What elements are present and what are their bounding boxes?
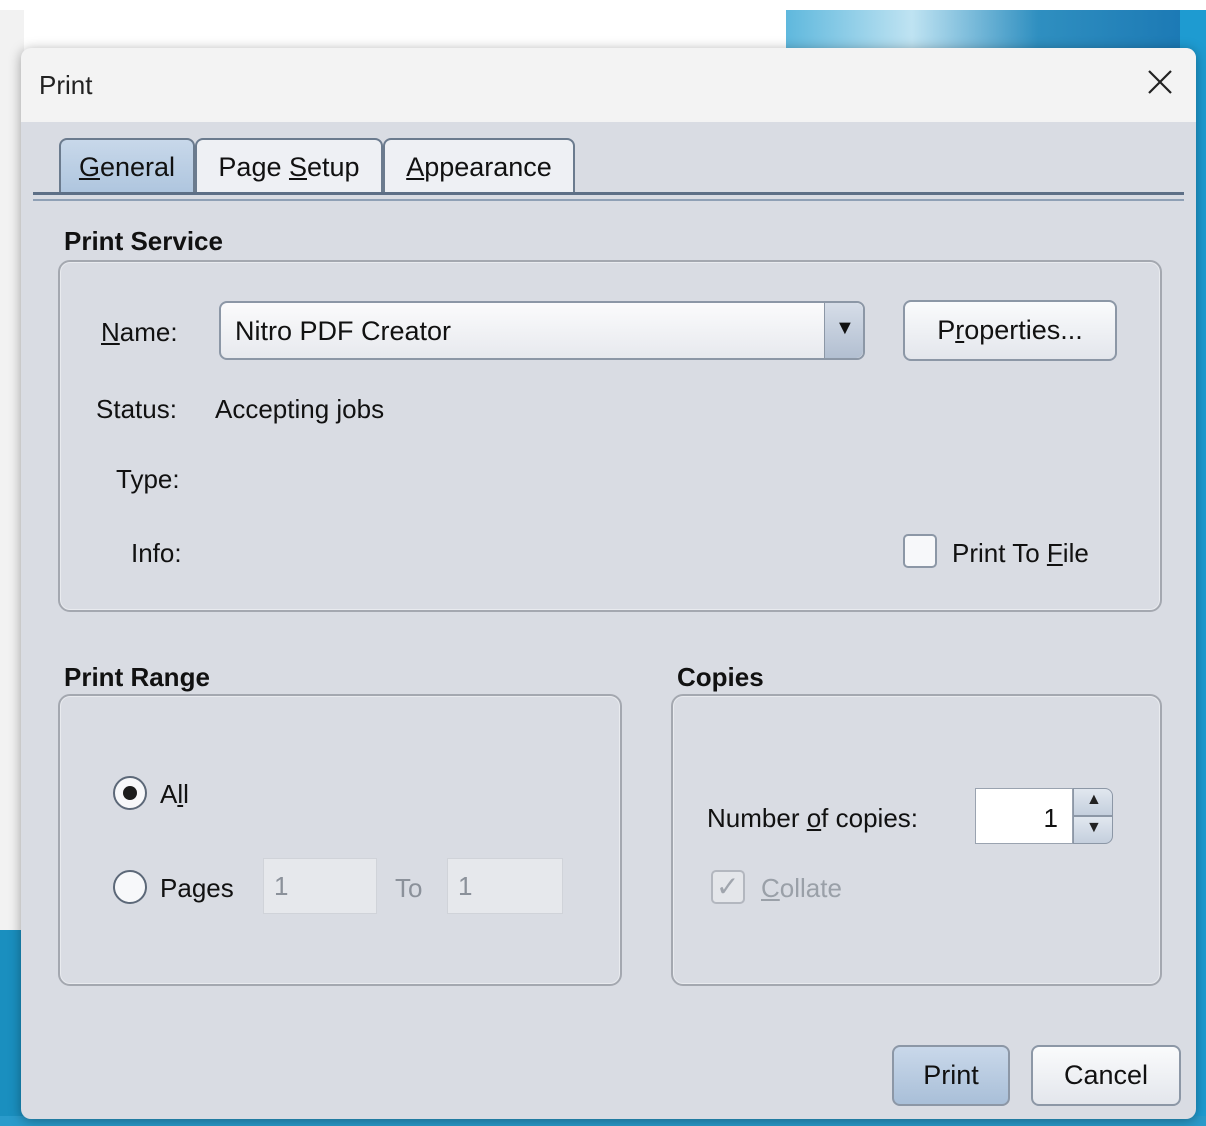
tab-general-mnemonic: G: [78, 151, 100, 182]
dialog-title: Print: [39, 70, 93, 100]
tab-divider-shadow: [33, 199, 1184, 201]
collate-label-post: ollate: [779, 873, 842, 903]
pages-to-field[interactable]: 1: [447, 858, 563, 914]
pages-label-post: es: [206, 873, 234, 903]
pages-to-label: To: [395, 873, 423, 903]
pages-range-radio[interactable]: [113, 870, 147, 904]
copies-heading: Copies: [677, 662, 764, 692]
chevron-down-icon: ▼: [835, 317, 855, 339]
print-range-heading: Print Range: [64, 662, 210, 692]
decrement-button[interactable]: ▼: [1073, 816, 1113, 844]
tab-appearance-mnemonic: A: [406, 151, 425, 182]
printer-name-value: Nitro PDF Creator: [235, 316, 452, 346]
all-pages-radio[interactable]: [113, 776, 147, 810]
pages-range-label[interactable]: Pages: [160, 873, 234, 904]
background-top: [0, 0, 1206, 10]
number-label-post: f copies:: [821, 803, 918, 833]
tab-general[interactable]: General: [59, 138, 195, 194]
pages-from-field[interactable]: 1: [263, 858, 377, 914]
increment-button[interactable]: ▲: [1073, 788, 1113, 816]
tab-general-label: eneral: [99, 151, 176, 182]
print-to-file-label[interactable]: Print To File: [952, 538, 1089, 569]
all-label-post: l: [183, 779, 189, 809]
title-bar: Print: [21, 48, 1196, 122]
all-label-pre: A: [160, 779, 178, 809]
properties-mnemonic: r: [955, 315, 965, 345]
radio-selected-dot: [123, 786, 137, 800]
arrow-down-icon: ▼: [1086, 819, 1102, 836]
copies-count-field[interactable]: 1: [975, 788, 1073, 844]
properties-button[interactable]: Pr operties...: [903, 300, 1117, 361]
print-button[interactable]: Print: [892, 1045, 1010, 1106]
arrow-up-icon: ▲: [1086, 791, 1102, 808]
collate-label[interactable]: Collate: [761, 873, 842, 904]
info-label: Info:: [131, 538, 182, 568]
tab-appearance-label: ppearance: [424, 151, 552, 182]
print-to-file-mnemonic: F: [1046, 538, 1063, 568]
properties-label-pre: P: [937, 315, 956, 345]
status-value: Accepting jobs: [215, 394, 385, 424]
status-label: Status:: [96, 394, 177, 424]
cancel-button[interactable]: Cancel: [1031, 1045, 1181, 1106]
tab-page-setup[interactable]: Page Setup: [195, 138, 383, 194]
tab-page-setup-label-pre: Page: [218, 151, 289, 182]
tab-divider: [33, 192, 1184, 195]
pages-mnemonic: g: [191, 873, 207, 903]
background-window-strip: [786, 10, 1206, 50]
checkmark-icon: ✓: [716, 871, 740, 902]
name-label-mnemonic: N: [101, 317, 120, 347]
print-service-heading: Print Service: [64, 226, 223, 256]
type-label: Type:: [116, 464, 180, 494]
copies-spinner[interactable]: 1 ▲ ▼: [975, 788, 1113, 844]
print-to-file-label-pre: Print To: [952, 538, 1047, 568]
print-dialog: Print General Page Setup Appearance Prin…: [21, 48, 1196, 1119]
number-label-pre: Number: [707, 803, 807, 833]
dropdown-arrow-button[interactable]: ▼: [824, 303, 863, 358]
collate-checkbox[interactable]: ✓: [711, 870, 745, 904]
print-to-file-label-post: ile: [1062, 538, 1089, 568]
close-button[interactable]: [1138, 60, 1182, 104]
all-pages-label[interactable]: All: [160, 779, 189, 810]
number-of-copies-label: Number of copies:: [707, 803, 918, 834]
number-mnemonic: o: [806, 803, 822, 833]
pages-label-pre: Pa: [160, 873, 192, 903]
tab-page-setup-mnemonic: S: [288, 151, 307, 182]
name-label-rest: ame:: [119, 317, 178, 347]
printer-name-select[interactable]: Nitro PDF Creator ▼: [219, 301, 865, 360]
tab-appearance[interactable]: Appearance: [383, 138, 575, 194]
close-icon: [1148, 70, 1172, 94]
tab-page-setup-label: etup: [307, 151, 360, 182]
properties-label-post: operties...: [964, 315, 1083, 345]
print-range-group: [58, 694, 622, 986]
print-to-file-checkbox[interactable]: [903, 534, 937, 568]
name-label: Name:: [101, 317, 178, 348]
collate-mnemonic: C: [761, 873, 780, 903]
